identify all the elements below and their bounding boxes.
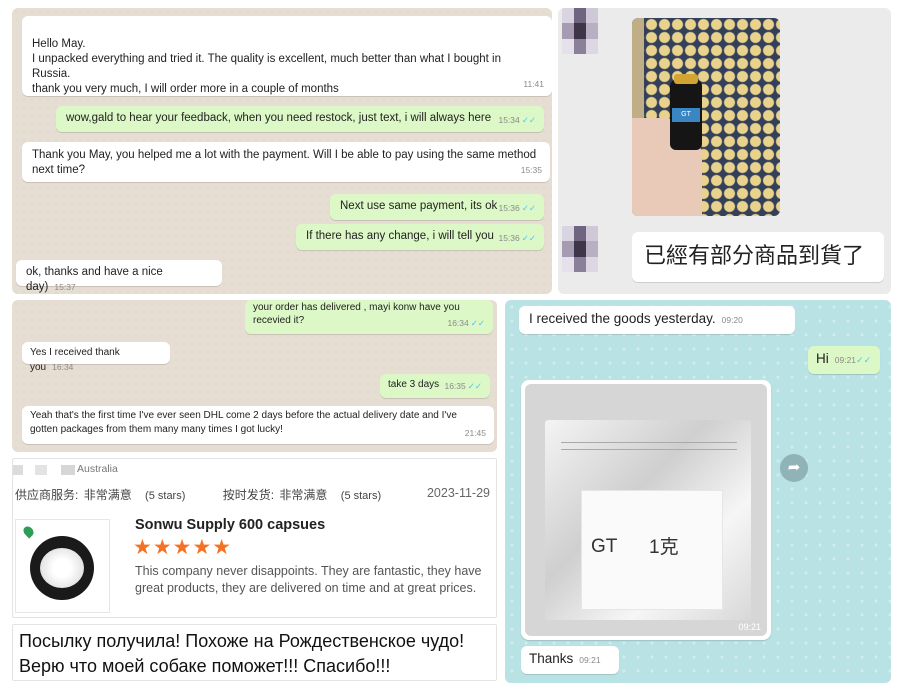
shipping-value: 非常满意 — [279, 488, 328, 502]
message-time: 11:41 — [523, 79, 544, 89]
message-text: Hi — [816, 351, 829, 366]
message-time: 15:35 — [520, 165, 542, 175]
shipping-label: 按时发货: — [222, 488, 275, 502]
read-ticks-icon: ✓✓ — [470, 318, 485, 328]
chat-panel-feedback: Hello May. I unpacked everything and tri… — [12, 8, 552, 294]
reviewer-country: Australia — [77, 463, 118, 475]
message-text: Hello May. I unpacked everything and tri… — [32, 38, 502, 95]
bag-label: 1克 — [649, 537, 679, 558]
message-time: 15:37 — [54, 282, 76, 292]
message-outgoing: your order has delivered , mayi konw hav… — [245, 300, 493, 334]
message-outgoing: Hi 09:21✓✓ — [808, 346, 880, 374]
message-incoming: Thank you May, you helped me a lot with … — [22, 142, 550, 182]
reviewer-name-redacted — [35, 465, 47, 475]
message-text: Next use same payment, its ok — [340, 200, 498, 212]
shipping-stars: (5 stars) — [340, 490, 382, 502]
chat-panel-delivery: your order has delivered , mayi konw hav… — [12, 300, 497, 452]
review-line: Посылку получила! Похоже на Рождественск… — [19, 631, 465, 651]
message-incoming: Yeah that's the first time I've ever see… — [22, 406, 494, 444]
country-flag-redacted — [61, 465, 75, 475]
message-text: ok, thanks and have a nice day) — [26, 266, 163, 293]
service-value: 非常满意 — [83, 488, 132, 502]
message-time: 16:34 — [52, 362, 74, 372]
share-arrow-icon: ➦ — [787, 459, 801, 476]
message-text: I received the goods yesterday. — [529, 311, 716, 326]
product-image[interactable] — [15, 519, 110, 613]
service-stars: (5 stars) — [145, 490, 186, 502]
message-incoming: Yes I received thank you 16:34 — [22, 342, 170, 373]
review-comment: This company never disappoints. They are… — [135, 564, 482, 595]
bottle-icon: GT — [670, 74, 702, 150]
message-time: 15:34 — [498, 115, 520, 125]
message-text: Yeah that's the first time I've ever see… — [30, 410, 457, 435]
message-text: Yes I received thank you — [30, 347, 120, 373]
message-incoming: Hello May. I unpacked everything and tri… — [22, 16, 552, 96]
message-text: Thank you May, you helped me a lot with … — [32, 149, 537, 176]
chat-panel-photo: GT 已經有部分商品到貨了 — [558, 8, 891, 294]
star-rating: ★★★★★ — [133, 536, 233, 559]
chat-panel-teal: I received the goods yesterday. 09:20 Hi 0… — [505, 300, 891, 683]
message-outgoing: Next use same payment, its ok 15:36 ✓✓ — [330, 194, 544, 220]
russian-review-text: Посылку получила! Похоже на Рождественск… — [12, 624, 497, 681]
message-incoming: Thanks 09:21 — [521, 646, 619, 674]
foil-bag: GT 1克 — [545, 420, 751, 620]
avatar — [562, 8, 598, 54]
message-text: wow,gald to hear your feedback, when you… — [66, 112, 492, 124]
photo-time: 09:21 — [738, 622, 761, 632]
review-date: 2023-11-29 — [426, 486, 490, 500]
message-time: 15:36 — [498, 233, 520, 243]
photo-message[interactable]: GT — [632, 18, 780, 216]
powder-dish-icon — [30, 536, 94, 600]
message-text: If there has any change, i will tell you — [306, 230, 494, 242]
message-incoming: 已經有部分商品到貨了 — [632, 232, 884, 282]
message-time: 16:34 — [447, 318, 469, 328]
message-time: 09:21 — [579, 655, 601, 665]
service-label: 供应商服务: — [15, 488, 79, 502]
read-ticks-icon: ✓✓ — [856, 355, 872, 365]
read-ticks-icon: ✓✓ — [521, 115, 536, 125]
message-text: take 3 days — [388, 379, 440, 390]
bag-label: GT — [591, 536, 618, 557]
message-outgoing: wow,gald to hear your feedback, when you… — [56, 106, 544, 132]
read-ticks-icon: ✓✓ — [521, 233, 536, 243]
review-card: Australia 供应商服务: 非常满意 (5 stars) 按时发货: 非常… — [12, 458, 497, 618]
avatar — [562, 226, 598, 272]
message-time: 21:45 — [464, 428, 486, 438]
message-time: 15:36 — [498, 203, 520, 213]
forward-button[interactable]: ➦ — [780, 454, 808, 482]
message-incoming: I received the goods yesterday. 09:20 — [519, 306, 795, 334]
read-ticks-icon: ✓✓ — [467, 381, 482, 391]
message-text: Thanks — [529, 651, 574, 666]
reviewer-name-redacted — [13, 465, 23, 475]
rating-row: 供应商服务: 非常满意 (5 stars) 按时发货: 非常满意 (5 star… — [15, 486, 495, 503]
read-ticks-icon: ✓✓ — [521, 203, 536, 213]
message-text: your order has delivered , mayi konw hav… — [253, 302, 460, 326]
product-title[interactable]: Sonwu Supply 600 capsues — [135, 517, 325, 533]
message-outgoing: take 3 days 16:35 ✓✓ — [380, 374, 490, 398]
brand-logo-icon — [21, 524, 36, 539]
review-line: Верю что моей собаке поможет!!! Спасибо!… — [19, 656, 391, 676]
message-time: 09:20 — [721, 315, 743, 325]
message-incoming: ok, thanks and have a nice day) 15:37 — [16, 260, 222, 293]
message-time: 09:21 — [834, 355, 857, 365]
photo-message[interactable]: GT 1克 09:21 — [521, 380, 771, 640]
message-time: 16:35 — [444, 381, 466, 391]
message-text: 已經有部分商品到貨了 — [644, 243, 865, 268]
message-outgoing: If there has any change, i will tell you… — [296, 224, 544, 250]
bottle-label: GT — [672, 108, 700, 122]
photo-image: GT 1克 09:21 — [525, 384, 767, 636]
